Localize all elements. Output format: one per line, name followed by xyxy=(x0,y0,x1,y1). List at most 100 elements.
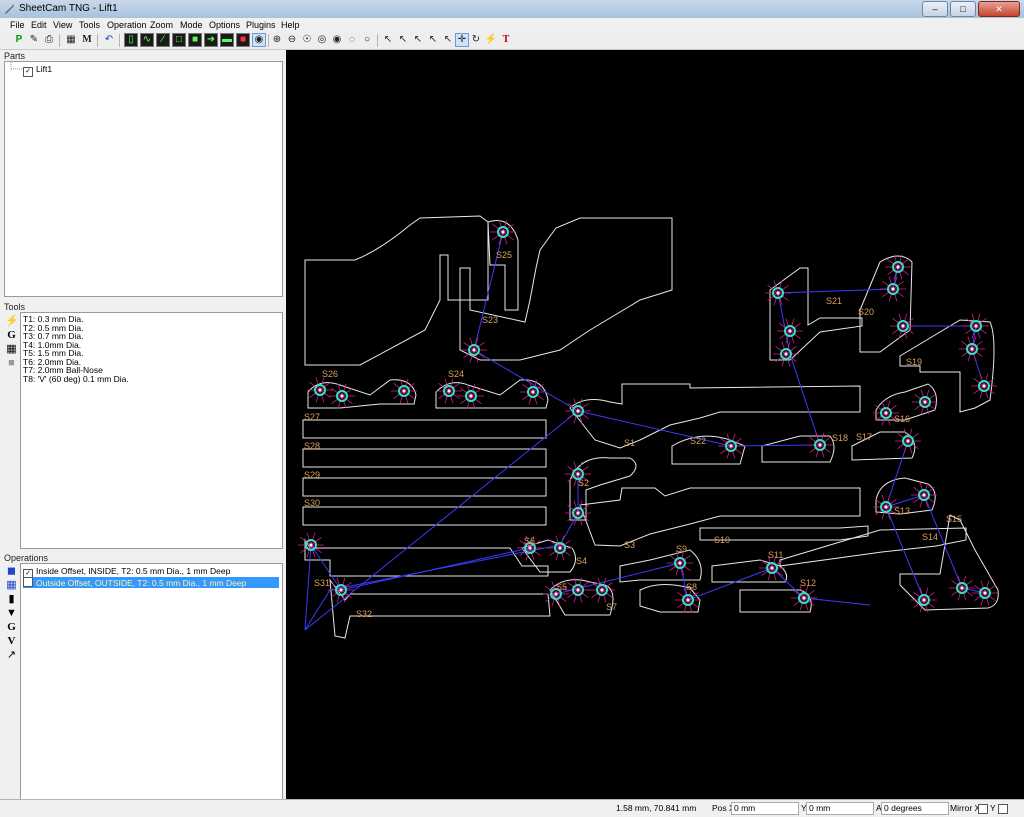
select-text-icon[interactable]: ↖ xyxy=(411,33,425,47)
outline-s28 xyxy=(302,448,547,468)
part-label: S14 xyxy=(922,532,938,542)
pierce-point xyxy=(520,379,546,405)
outline-s27 xyxy=(302,419,547,439)
zoom-selection-icon[interactable]: ○ xyxy=(360,33,374,47)
mirror-x-checkbox[interactable] xyxy=(978,804,988,814)
operation-outside-offset[interactable]: Outside Offset, OUTSIDE, T2: 0.5 mm Dia.… xyxy=(23,577,279,588)
material-icon[interactable]: M xyxy=(80,33,94,47)
part-label: S17 xyxy=(856,432,872,442)
view-rapids-icon[interactable]: ▯ xyxy=(124,33,138,47)
part-checkbox[interactable]: ✓ xyxy=(23,67,33,77)
operation-inside-offset[interactable]: ✓ Inside Offset, INSIDE, T2: 0.5 mm Dia.,… xyxy=(23,566,279,579)
select-rotate-icon[interactable]: ↖ xyxy=(426,33,440,47)
select-start-icon[interactable]: ↖ xyxy=(396,33,410,47)
gcode-op-icon[interactable]: G xyxy=(5,621,18,634)
part-label: S30 xyxy=(304,498,320,508)
drill-table-icon[interactable]: ▦ xyxy=(5,343,18,356)
view-toolpath-icon[interactable]: ∕ xyxy=(156,33,170,47)
part-label: S20 xyxy=(858,307,874,317)
pierce-point xyxy=(959,336,985,362)
view-cut-icon[interactable]: ➜ xyxy=(204,33,218,47)
post-process-icon[interactable]: P xyxy=(12,33,26,47)
mirror-y-checkbox[interactable] xyxy=(998,804,1008,814)
menu-help[interactable]: Help xyxy=(281,20,300,30)
maximize-button[interactable]: □ xyxy=(950,1,976,17)
drill-icon[interactable]: ▮ xyxy=(5,593,18,606)
menu-operation[interactable]: Operation xyxy=(107,20,147,30)
view-fill-icon[interactable]: ■ xyxy=(188,33,202,47)
menu-mode[interactable]: Mode xyxy=(180,20,203,30)
select-icon[interactable]: ↖ xyxy=(381,33,395,47)
pos-y-field[interactable]: 0 mm xyxy=(806,802,874,815)
zoom-window-icon[interactable]: ◉ xyxy=(330,33,344,47)
inside-offset-icon[interactable]: ◼ xyxy=(5,565,18,578)
zoom-extents-icon[interactable]: ◎ xyxy=(315,33,329,47)
engrave-icon[interactable]: ↗ xyxy=(5,649,18,662)
part-label: S13 xyxy=(894,506,910,516)
operation-checkbox[interactable] xyxy=(23,577,33,587)
view-outline-icon[interactable]: □ xyxy=(172,33,186,47)
pierce-point xyxy=(307,377,333,403)
menu-options[interactable]: Options xyxy=(209,20,240,30)
menu-bar: File Edit View Tools Operation Zoom Mode… xyxy=(0,18,1024,32)
move-icon[interactable]: ✛ xyxy=(455,33,469,47)
view-color-icon[interactable]: ■ xyxy=(236,33,250,47)
mirror-x-label: Mirror X xyxy=(950,803,981,813)
pierce-point xyxy=(329,383,355,409)
drawing-canvas[interactable]: S1 S2 S3 S4 S5 S6 S7 S8 S9 S10 S11 S12 S13 S14 S15 S16 S… xyxy=(286,50,1024,799)
menu-edit[interactable]: Edit xyxy=(31,20,47,30)
rapid-move xyxy=(885,506,925,601)
tap-icon[interactable]: ▼ xyxy=(5,607,18,620)
part-label: S8 xyxy=(686,582,697,592)
part-label: S6 xyxy=(524,536,535,546)
angle-field[interactable]: 0 degrees xyxy=(881,802,949,815)
tools-panel: T1: 0.3 mm Dia. T2: 0.5 mm Dia. T3: 0.7 … xyxy=(20,312,283,549)
edit-icon[interactable]: ✎ xyxy=(27,33,41,47)
select-contour-icon[interactable]: ↖ xyxy=(441,33,455,47)
toolpath-view[interactable]: S1 S2 S3 S4 S5 S6 S7 S8 S9 S10 S11 S12 S13 S14 S15 S16 S… xyxy=(286,50,1024,799)
title-bar: SheetCam TNG - Lift1 – □ ✕ xyxy=(0,0,1024,19)
v-carve-icon[interactable]: V xyxy=(5,635,18,648)
pos-x-field[interactable]: 0 mm xyxy=(731,802,799,815)
part-item-lift1[interactable]: ✓ Lift1 xyxy=(23,64,52,77)
zoom-table-icon[interactable]: ◌ xyxy=(345,33,359,47)
menu-file[interactable]: File xyxy=(10,20,25,30)
view-stock-icon[interactable]: ▬ xyxy=(220,33,234,47)
table-icon[interactable]: ▦ xyxy=(64,33,78,47)
minimize-button[interactable]: – xyxy=(922,1,948,17)
text-tool-icon[interactable]: T xyxy=(499,33,513,47)
tool-item[interactable]: T8: 'V' (60 deg) 0.1 mm Dia. xyxy=(23,374,129,384)
operations-label: Operations xyxy=(4,553,49,563)
part-label: S1 xyxy=(624,438,635,448)
menu-tools[interactable]: Tools xyxy=(79,20,100,30)
outside-offset-icon[interactable]: ▦ xyxy=(5,579,18,592)
part-label: S21 xyxy=(826,296,842,306)
print-icon[interactable]: ⎙ xyxy=(42,33,56,47)
plasma-tool-icon[interactable]: ⚡ xyxy=(5,315,19,328)
view-3d-icon[interactable]: ◉ xyxy=(252,33,266,47)
menu-zoom[interactable]: Zoom xyxy=(150,20,173,30)
disabled-tool-icon[interactable]: ■ xyxy=(5,357,18,370)
zoom-part-icon[interactable]: ☉ xyxy=(300,33,314,47)
part-label: S4 xyxy=(576,556,587,566)
zoom-in-icon[interactable]: ⊕ xyxy=(270,33,284,47)
outline-s29 xyxy=(302,477,547,497)
view-paths-icon[interactable]: ∿ xyxy=(140,33,154,47)
pierce-point xyxy=(547,535,573,561)
plasma-icon[interactable]: ⚡ xyxy=(484,33,498,47)
gcode-tool-icon[interactable]: G xyxy=(5,329,18,342)
close-button[interactable]: ✕ xyxy=(978,1,1020,17)
operations-panel: ✓ Inside Offset, INSIDE, T2: 0.5 mm Dia.,… xyxy=(20,563,283,801)
zoom-out-icon[interactable]: ⊖ xyxy=(285,33,299,47)
undo-icon[interactable]: ↶ xyxy=(102,33,116,47)
pierce-points xyxy=(298,219,998,613)
rapid-move xyxy=(304,474,579,631)
part-label: S29 xyxy=(304,470,320,480)
operations-sidebar: ◼ ▦ ▮ ▼ G V ↗ xyxy=(5,565,20,663)
pierce-point xyxy=(490,219,516,245)
part-label: S3 xyxy=(624,540,635,550)
pierce-point xyxy=(911,482,937,508)
measure-icon[interactable]: ↻ xyxy=(469,33,483,47)
menu-view[interactable]: View xyxy=(53,20,72,30)
menu-plugins[interactable]: Plugins xyxy=(246,20,276,30)
